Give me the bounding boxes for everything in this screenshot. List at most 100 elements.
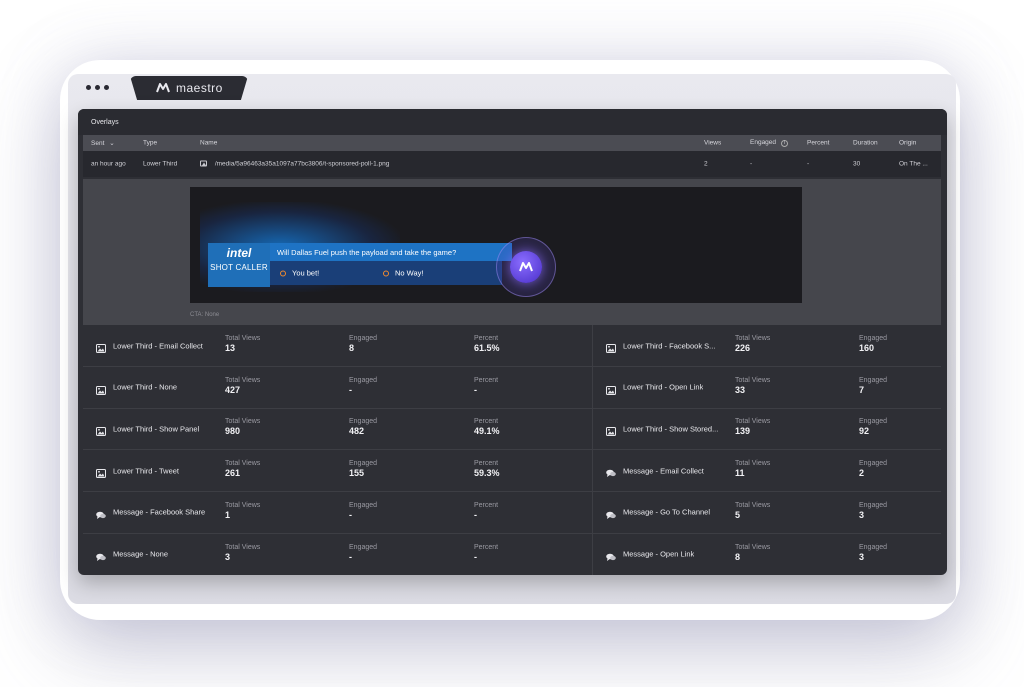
stat-views: Total Views 8 [735,544,770,562]
overlay-name: Lower Third - Show Stored... [623,424,719,434]
stat-engaged-value: 160 [859,343,875,353]
stat-engaged-value: - [349,509,352,520]
maestro-logo-icon [156,83,170,93]
overlay-name: Message - Facebook Share [113,507,206,517]
stat-percent-value: - [474,551,477,562]
stat-views: Total Views 427 [225,377,260,395]
stat-percent-label: Percent [474,460,499,468]
overlay-name: Message - None [113,549,169,559]
stat-views-label: Total Views [225,543,261,551]
stat-engaged-value: - [349,384,352,395]
window-menu-icon[interactable] [86,85,109,90]
stat-views: Total Views 13 [225,335,260,353]
stat-engaged-label: Engaged [349,460,378,468]
stat-engaged: Engaged 2 [859,460,887,478]
stat-percent: Percent - [474,502,498,520]
overlay-stat-row[interactable]: Lower Third - None Total Views 427 Engaged -… [83,367,592,409]
stat-views: Total Views 33 [735,377,770,395]
image-icon [96,423,106,437]
maestro-badge [496,237,556,297]
brand-name: maestro [176,81,223,95]
table-row[interactable]: an hour ago Lower Third /media/5a96463a3… [83,151,941,177]
row-name: /media/5a96463a35a1097a77bc3806/t-sponso… [200,161,389,168]
stat-percent: Percent 49.1% [474,418,500,436]
image-icon [200,160,207,167]
stat-percent-value: - [474,509,477,520]
overlay-preview-image: intel SHOT CALLER Will Dallas Fuel push … [190,187,802,303]
overlay-stat-row[interactable]: Lower Third - Open Link Total Views 33 Enga… [593,367,941,409]
overlay-stat-row[interactable]: Message - None Total Views 3 Engaged - Percen… [83,534,592,575]
column-engaged[interactable]: Engaged i [750,139,788,147]
column-duration[interactable]: Duration [853,140,878,147]
stat-percent-value: 49.1% [474,426,500,437]
stat-views-value: 226 [735,343,751,353]
poll-option-1-label: You bet! [292,268,320,278]
column-type[interactable]: Type [143,140,157,147]
stat-views-label: Total Views [735,543,771,551]
column-origin[interactable]: Origin [899,140,916,147]
column-sent[interactable]: Sent ⌄ [91,139,115,147]
stat-engaged-value: 3 [859,551,865,562]
table-header: Sent ⌄ Type Name Views Engaged i Percent… [83,135,941,151]
column-name[interactable]: Name [200,140,217,147]
poll-question: Will Dallas Fuel push the payload and ta… [270,243,512,261]
cta-label: CTA: None [190,312,220,318]
overlay-name: Message - Email Collect [623,466,704,476]
stat-views-label: Total Views [735,460,771,468]
stat-percent-value: 61.5% [474,343,500,353]
overlay-stat-row[interactable]: Message - Open Link Total Views 8 Engaged 3 [593,534,941,575]
chat-icon [606,549,616,561]
stat-percent-label: Percent [474,335,499,342]
stat-engaged: Engaged 7 [859,377,887,395]
overlay-name: Lower Third - Open Link [623,382,704,392]
maestro-logo-icon [519,262,533,272]
stat-percent-value: 59.3% [474,468,500,479]
stat-views-label: Total Views [735,501,771,509]
image-icon [606,423,616,437]
stat-engaged-label: Engaged [859,501,888,509]
overlay-preview-panel: intel SHOT CALLER Will Dallas Fuel push … [83,179,941,325]
stat-engaged-label: Engaged [349,376,378,384]
row-engaged: - [750,160,753,168]
overlays-panel: Overlays Sent ⌄ Type Name Views Engaged … [78,109,947,575]
stat-percent: Percent - [474,544,498,562]
stat-engaged-label: Engaged [349,418,378,426]
overlay-stat-row[interactable]: Lower Third - Facebook S... Total Views 22… [593,325,941,367]
stat-percent: Percent - [474,377,498,395]
stat-views-value: 980 [225,426,241,437]
stat-engaged-value: 482 [349,426,365,437]
sponsor-name: intel [226,246,252,260]
stat-views-value: 8 [735,551,741,562]
stat-engaged-label: Engaged [859,335,888,342]
poll-option-2: No Way! [383,269,423,278]
stat-views-label: Total Views [225,376,261,384]
overlay-stat-row[interactable]: Message - Email Collect Total Views 11 Enga… [593,450,941,493]
sponsor-subtitle: SHOT CALLER [210,263,268,272]
overlay-stat-row[interactable]: Lower Third - Email Collect Total Views 13… [83,325,592,367]
stat-views: Total Views 261 [225,460,260,478]
overlay-stat-row[interactable]: Lower Third - Show Stored... Total Views 1… [593,408,941,451]
overlay-stat-row[interactable]: Message - Go To Channel Total Views 5 Engag… [593,492,941,534]
section-title: Overlays [78,109,947,135]
stat-engaged-label: Engaged [859,543,888,551]
stat-engaged-value: 8 [349,343,355,353]
overlay-stat-row[interactable]: Lower Third - Show Panel Total Views 980 En… [83,408,592,451]
maestro-badge-inner [510,251,542,283]
column-percent[interactable]: Percent [807,140,829,147]
stat-views-label: Total Views [225,501,261,509]
stat-views: Total Views 1 [225,502,260,520]
row-type: Lower Third [143,160,178,168]
browser-tab[interactable]: maestro [130,76,248,100]
stat-engaged-value: 7 [859,384,865,395]
stat-views: Total Views 980 [225,418,260,436]
stat-views-label: Total Views [735,418,771,426]
overlay-stat-row[interactable]: Lower Third - Tweet Total Views 261 Engaged… [83,450,592,493]
stat-views-label: Total Views [225,460,261,468]
overlay-stat-row[interactable]: Message - Facebook Share Total Views 1 Enga… [83,492,592,534]
stat-views: Total Views 3 [225,544,260,562]
stat-engaged-value: 3 [859,509,865,520]
info-icon[interactable]: i [780,140,788,147]
stat-engaged: Engaged - [349,502,377,520]
stat-views: Total Views 5 [735,502,770,520]
column-views[interactable]: Views [704,140,721,147]
